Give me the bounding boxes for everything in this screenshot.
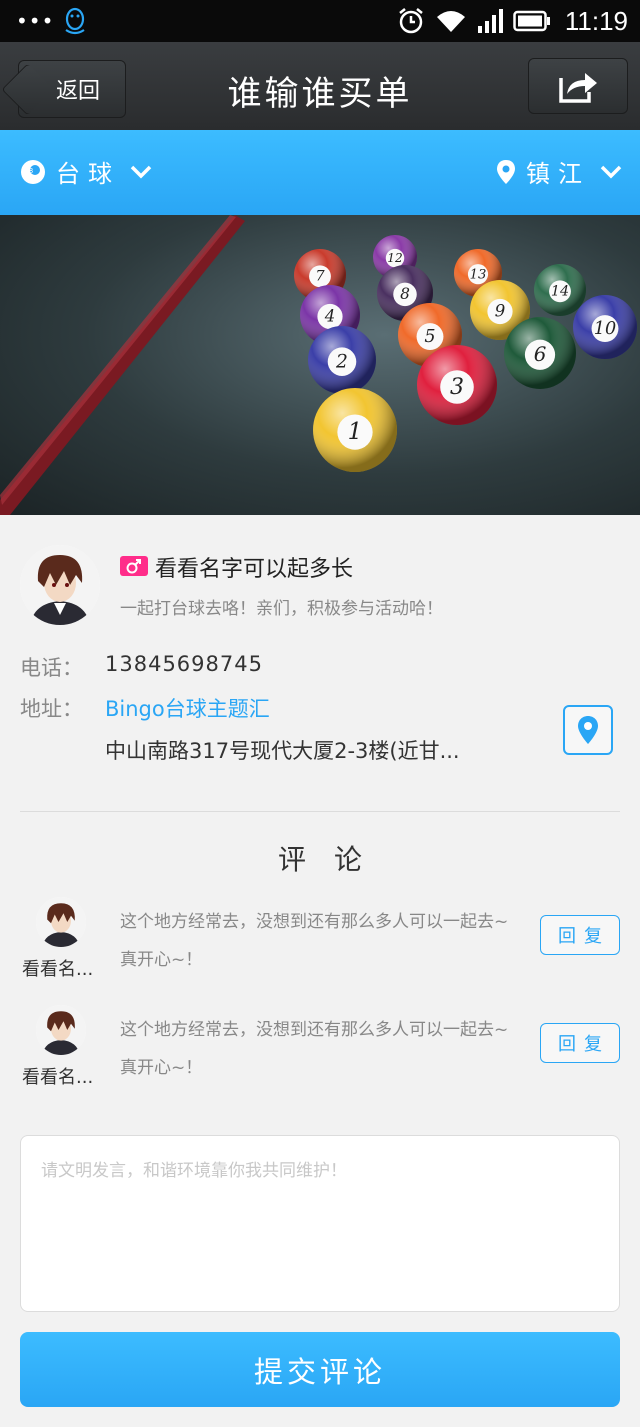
ball-number: 5 (424, 327, 435, 347)
avatar-illustration (20, 545, 100, 625)
phone-number[interactable]: 13845698745 (105, 652, 263, 676)
ball-number: 12 (387, 251, 402, 265)
comment-text: 这个地方经常去，没想到还有那么多人可以一起去~真开心~！ (120, 912, 509, 970)
svg-text:8: 8 (29, 167, 41, 175)
comment-text: 这个地方经常去，没想到还有那么多人可以一起去~真开心~！ (120, 1020, 509, 1078)
billiard-ball-2: 2 (308, 326, 376, 394)
ball-number: 10 (594, 319, 616, 339)
ball-number: 2 (335, 351, 348, 372)
location-pin-icon (497, 159, 515, 184)
status-bar: ••• 11:19 (0, 0, 640, 42)
billiard-ball-icon: 8 (21, 159, 45, 184)
submit-comment-button[interactable]: 提交评论 (20, 1332, 620, 1407)
comment-item: 看看名... 这个地方经常去，没想到还有那么多人可以一起去~真开心~！ 回复 (0, 1005, 640, 1105)
ball-number: 7 (315, 269, 325, 285)
comments-title: 评论 (277, 843, 390, 876)
user-signature: 一起打台球去咯！亲们，积极参与活动哈！ (120, 599, 443, 619)
billiard-ball-6: 6 (504, 317, 576, 389)
map-location-button[interactable] (563, 705, 613, 755)
back-button-label: 返回 (55, 79, 100, 104)
city-selector[interactable]: 镇江 (496, 154, 622, 189)
billiard-ball-10: 10 (573, 295, 637, 359)
ball-number: 13 (470, 267, 487, 282)
alarm-icon (399, 8, 423, 34)
address-label: 地址： (20, 697, 83, 721)
section-divider (20, 811, 620, 812)
city-label: 镇江 (526, 160, 590, 188)
commenter-avatar[interactable] (36, 1005, 86, 1055)
commenter-name: 看看名... (22, 1067, 94, 1088)
chevron-down-icon (130, 165, 152, 178)
avatar-illustration (36, 897, 86, 947)
billiard-ball-14: 14 (534, 264, 586, 316)
reply-button[interactable]: 回复 (540, 915, 620, 955)
comment-input[interactable] (20, 1135, 620, 1312)
chevron-down-icon (600, 165, 622, 178)
commenter-name: 看看名... (22, 959, 94, 980)
venue-address: 中山南路317号现代大厦2-3楼(近甘... (105, 739, 460, 763)
avatar[interactable] (20, 545, 100, 625)
comment-item: 看看名... 这个地方经常去，没想到还有那么多人可以一起去~真开心~！ 回复 (0, 897, 640, 997)
ball-number: 8 (400, 285, 410, 303)
signal-icon (477, 9, 503, 33)
ball-number: 1 (348, 419, 363, 445)
category-label: 台球 (56, 160, 120, 188)
ball-number: 14 (551, 284, 569, 300)
share-icon (559, 73, 597, 103)
venue-name-link[interactable]: Bingo台球主题汇 (105, 693, 270, 723)
commenter-avatar[interactable] (36, 897, 86, 947)
battery-icon (513, 10, 550, 32)
wifi-icon (436, 11, 465, 32)
filter-bar: 8 台球 镇江 (0, 130, 640, 215)
billiard-ball-3: 3 (417, 345, 497, 425)
location-pin-icon (578, 716, 598, 744)
male-gender-badge (120, 556, 148, 576)
qq-penguin-icon (65, 7, 85, 35)
phone-label: 电话： (20, 656, 83, 680)
venue-banner-image: 12 7 13 8 14 4 9 10 5 2 6 3 1 (0, 215, 640, 515)
avatar-illustration (36, 1005, 86, 1055)
ball-number: 9 (495, 302, 506, 321)
navigation-bar: 返回 谁输谁买单 (0, 42, 640, 130)
clock: 11:19 (564, 5, 628, 36)
ball-number: 3 (450, 375, 464, 400)
category-selector[interactable]: 8 台球 (20, 154, 152, 189)
reply-button[interactable]: 回复 (540, 1023, 620, 1063)
ball-number: 6 (534, 343, 547, 366)
user-name: 看看名字可以起多长 (155, 557, 354, 582)
male-icon (126, 559, 141, 574)
ball-number: 4 (324, 307, 336, 326)
billiard-ball-1: 1 (313, 388, 397, 472)
share-button[interactable] (528, 58, 628, 114)
billiard-balls-illustration: 12 7 13 8 14 4 9 10 5 2 6 3 1 (0, 215, 637, 515)
notification-dots: ••• (16, 9, 55, 33)
